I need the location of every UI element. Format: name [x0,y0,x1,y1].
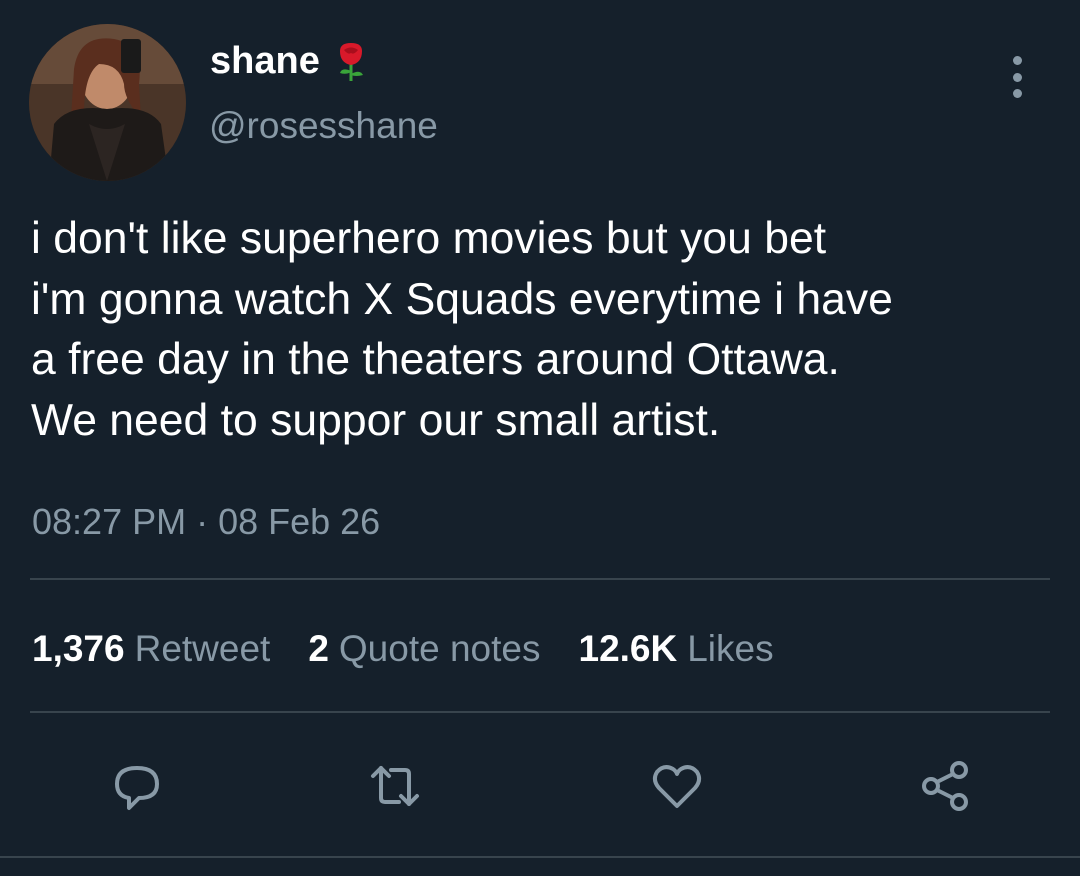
quote-count-label: Quote notes [338,628,541,669]
retweet-button[interactable] [365,756,425,816]
divider [30,578,1050,580]
divider [0,856,1080,858]
like-icon [652,765,702,808]
like-count-number: 12.6K [578,628,678,669]
like-count-label: Likes [687,628,774,669]
tweet-stats: 1,376 Retweet 2 Quote notes 12.6K Likes [32,626,812,672]
display-name-text: shane [210,40,320,82]
share-button[interactable] [915,756,975,816]
share-icon [922,761,968,811]
retweet-count-label: Retweet [134,628,271,669]
quote-count-number: 2 [308,628,329,669]
user-handle[interactable]: @rosesshane [209,104,438,148]
avatar[interactable] [29,24,186,181]
tweet-text: i don't like superhero movies but you be… [31,214,893,445]
divider [30,711,1050,713]
action-bar [0,756,1080,816]
reply-icon [115,766,159,810]
rose-icon [334,41,368,81]
retweet-icon [371,766,419,806]
display-name[interactable]: shane [210,38,368,84]
like-count[interactable]: 12.6K Likes [579,626,774,672]
more-options-icon[interactable] [1003,56,1031,98]
reply-button[interactable] [107,756,167,816]
avatar-photo [29,24,186,181]
like-button[interactable] [647,756,707,816]
quote-count[interactable]: 2 Quote notes [308,626,540,672]
tweet-timestamp[interactable]: 08:27 PM · 08 Feb 26 [32,500,380,544]
retweet-count-number: 1,376 [32,628,125,669]
retweet-count[interactable]: 1,376 Retweet [32,626,270,672]
